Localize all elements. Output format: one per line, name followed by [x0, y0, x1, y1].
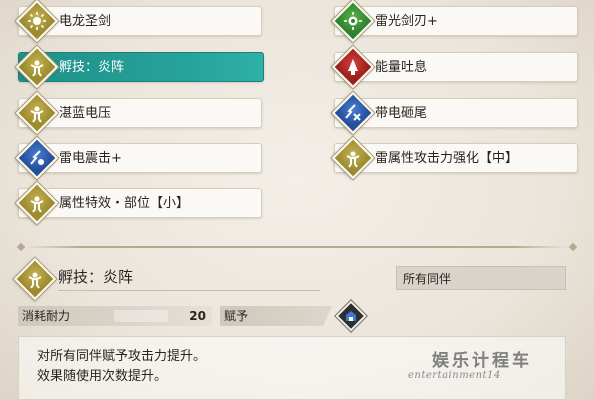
- skill-label: 雷光剑刃+: [375, 14, 438, 29]
- stamina-cost-label: 消耗耐力: [22, 309, 71, 323]
- description-line-2: 效果随使用次数提升。: [37, 369, 168, 384]
- skill-label: 能量吐息: [375, 60, 428, 75]
- watermark-subtitle: entertainment14: [408, 370, 501, 381]
- grant-row: 赋予: [220, 306, 332, 326]
- stamina-cost-value: 20: [189, 309, 206, 323]
- watermark-title: 娱乐计程车: [432, 351, 532, 371]
- detail-title-underline: [58, 290, 320, 291]
- stat-bar-fill: [114, 310, 168, 322]
- grant-label: 赋予: [224, 309, 249, 323]
- skill-label: 湛蓝电压: [59, 106, 112, 121]
- skill-label: 电龙圣剑: [59, 14, 112, 29]
- watermark: 娱乐计程车 entertainment14: [408, 346, 568, 392]
- skill-label: 带电砸尾: [375, 106, 428, 121]
- skill-label: 雷电震击+: [59, 151, 122, 166]
- section-divider: [16, 242, 578, 252]
- target-box: 所有同伴: [396, 266, 566, 290]
- stamina-cost-row: 消耗耐力 20: [18, 306, 212, 326]
- skill-label: 属性特效・部位【小】: [59, 196, 190, 211]
- divider-end-left: [16, 242, 26, 252]
- divider-end-right: [568, 242, 578, 252]
- target-label: 所有同伴: [403, 272, 452, 286]
- divider-line: [26, 246, 568, 248]
- skill-label: 雷属性攻击力强化【中】: [375, 151, 519, 166]
- skill-label: 孵技：炎阵: [59, 60, 125, 75]
- detail-skill-title: 孵技：炎阵: [58, 268, 134, 286]
- description-line-1: 对所有同伴赋予攻击力提升。: [37, 349, 207, 364]
